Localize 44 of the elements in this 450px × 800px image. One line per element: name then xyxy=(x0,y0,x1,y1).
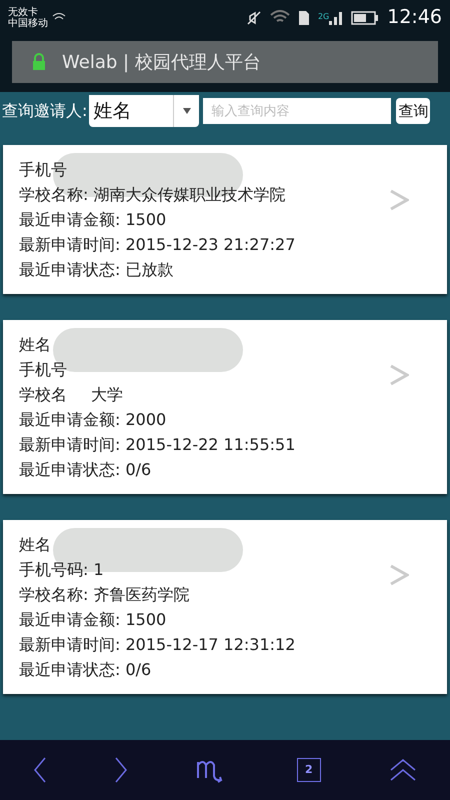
sim-status: 无效卡 xyxy=(8,6,38,18)
record-card[interactable]: 姓名 手机号 学校名 大学 最近申请金额: 2000 最新申请时间: 2015-12-22 11:55:51 最近申请状态: 0/6 xyxy=(3,320,447,494)
record-field: 最近申请状态: 已放款 xyxy=(19,257,174,282)
dropdown-caret-icon xyxy=(182,108,191,114)
page-title: Welab | 校园代理人平台 xyxy=(62,50,261,74)
record-field: 最近申请金额: 1500 xyxy=(19,607,166,632)
search-field[interactable]: 输入查询内容 xyxy=(203,98,392,124)
search-label: 查询邀请人: xyxy=(2,100,88,122)
record-field: 最新申请时间: 2015-12-17 12:31:12 xyxy=(19,632,296,657)
carrier-name: 中国移动 xyxy=(8,18,48,28)
sim-card-icon xyxy=(298,10,310,26)
signal-icon xyxy=(329,10,344,24)
record-field: 学校名 xyxy=(19,382,67,407)
double-chevron-up-icon[interactable] xyxy=(390,758,416,782)
record-field: 手机号 xyxy=(19,357,67,382)
record-field: 最近申请金额: 1500 xyxy=(19,207,166,232)
record-field: 最近申请状态: 0/6 xyxy=(19,657,152,682)
address-bar[interactable]: Welab | 校园代理人平台 xyxy=(12,41,438,83)
battery-icon xyxy=(351,10,380,24)
lock-icon xyxy=(32,53,46,71)
record-field: 手机号 xyxy=(19,157,67,182)
network-type: 2G xyxy=(318,10,330,22)
record-field: 姓名 xyxy=(19,332,51,357)
back-icon[interactable] xyxy=(34,757,46,783)
record-field: 大学 xyxy=(91,382,123,407)
tabs-button[interactable]: 2 xyxy=(296,758,321,782)
record-card[interactable]: 姓名 手机号码: 1 学校名称: 齐鲁医药学院 最近申请金额: 1500 最新申请时间: 2015-12-17 12:31:12 最近申请状态: 0/6 xyxy=(3,520,447,694)
record-field: 学校名称: 齐鲁医药学院 xyxy=(19,582,190,607)
field-dropdown[interactable]: 姓名 xyxy=(89,95,200,127)
record-field: 姓名 xyxy=(19,532,51,557)
record-field: 手机号码: 1 xyxy=(19,557,104,582)
record-field: 最新申请时间: 2015-12-23 21:27:27 xyxy=(19,232,296,257)
clock: 12:46 xyxy=(387,5,442,30)
chevron-right-icon xyxy=(389,189,409,211)
chevron-right-icon xyxy=(389,364,409,386)
record-card[interactable]: 手机号 学校名称: 湖南大众传媒职业技术学院 最近申请金额: 1500 最新申请时间: 2015-12-23 21:27:27 最近申请状态: 已放款 xyxy=(3,145,447,294)
record-field: 最近申请状态: 0/6 xyxy=(19,457,152,482)
record-field: 最近申请金额: 2000 xyxy=(19,407,166,432)
chevron-right-icon xyxy=(389,564,409,586)
muted-icon xyxy=(246,10,262,26)
forward-icon[interactable] xyxy=(115,757,128,783)
record-field: 最新申请时间: 2015-12-22 11:55:51 xyxy=(19,432,296,457)
record-field: 学校名称: 湖南大众传媒职业技术学院 xyxy=(19,182,286,207)
query-button[interactable]: 查询 xyxy=(396,98,430,124)
